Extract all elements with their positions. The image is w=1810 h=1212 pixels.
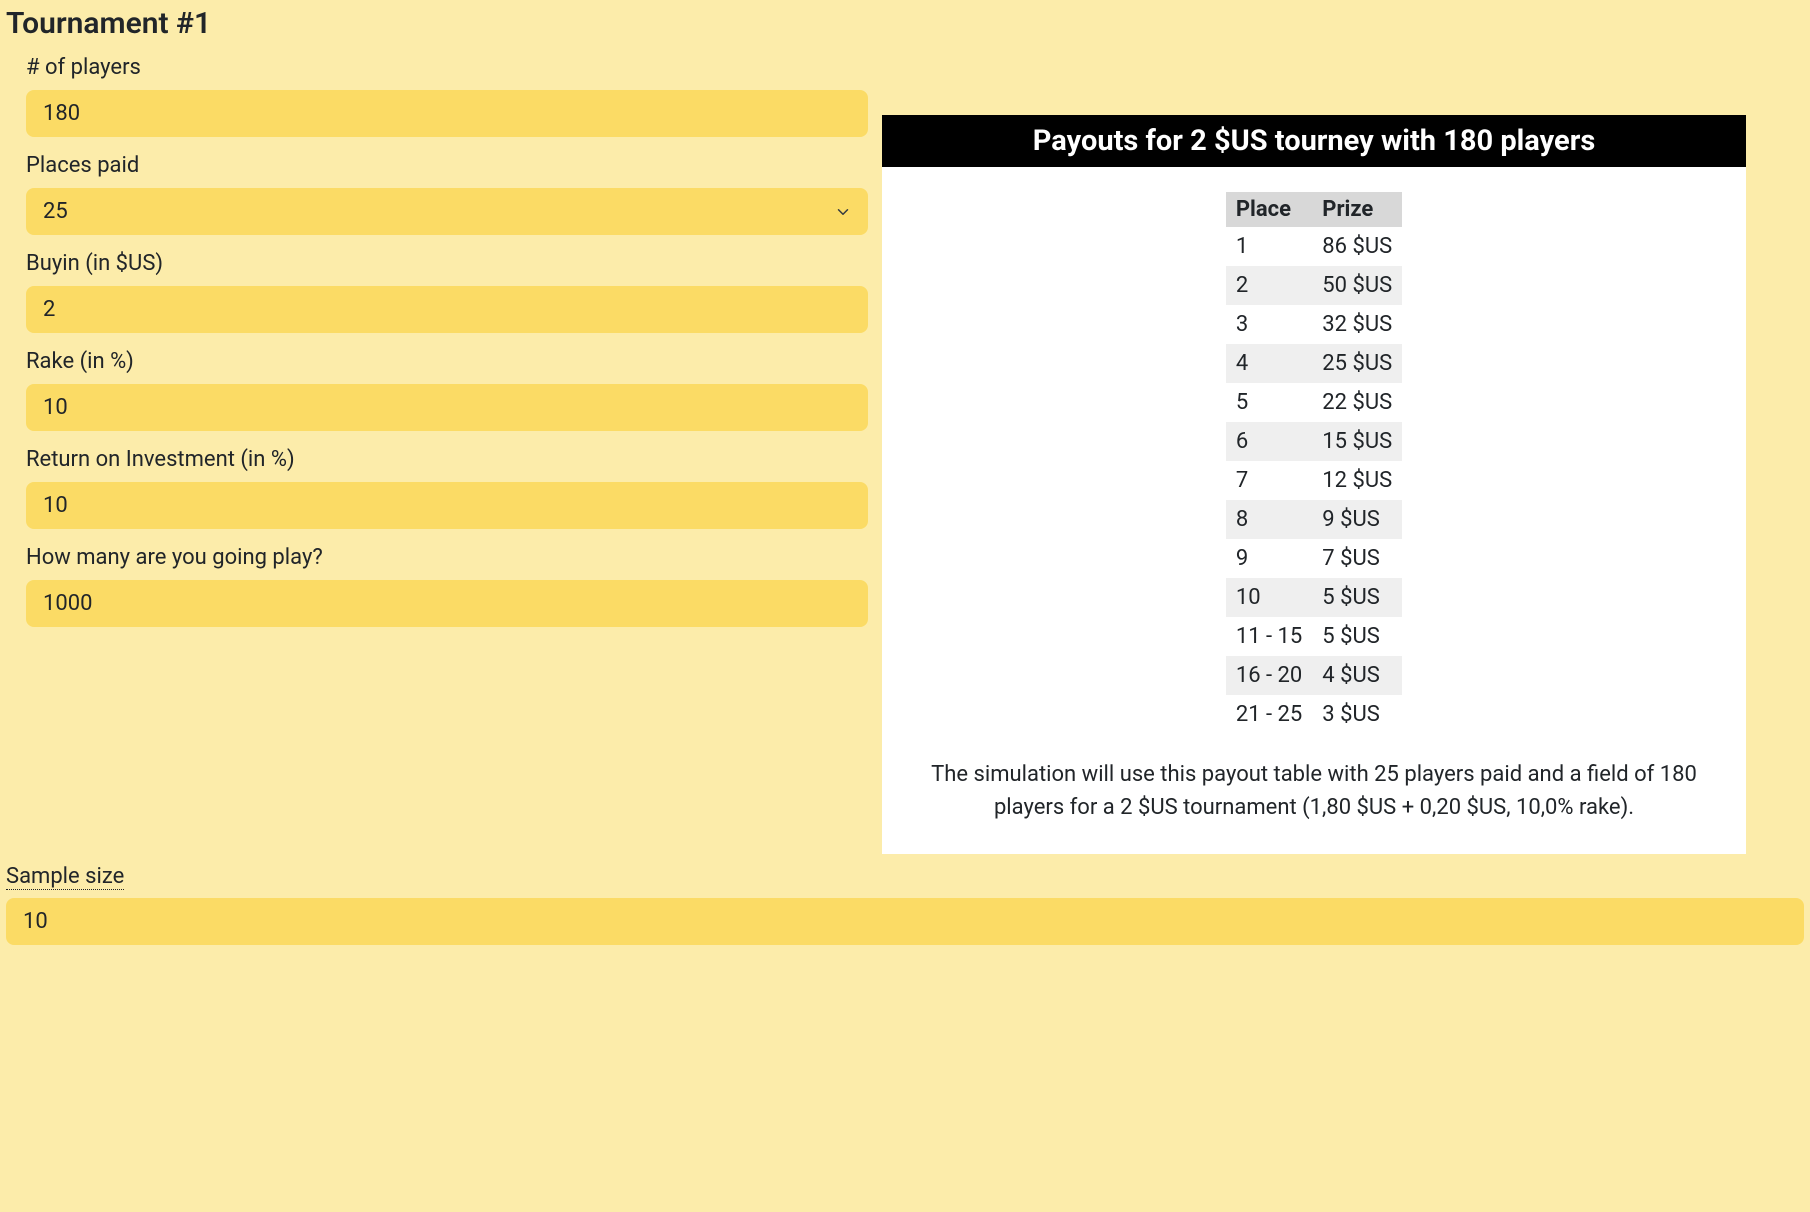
cell-prize: 5 $US <box>1312 578 1402 617</box>
col-place: Place <box>1226 192 1312 227</box>
cell-place: 1 <box>1226 227 1312 266</box>
table-row: 425 $US <box>1226 344 1402 383</box>
table-row: 21 - 253 $US <box>1226 695 1402 734</box>
cell-place: 11 - 15 <box>1226 617 1312 656</box>
rake-input[interactable] <box>26 384 868 431</box>
places-paid-select[interactable]: 25 <box>26 188 868 235</box>
cell-prize: 25 $US <box>1312 344 1402 383</box>
cell-place: 21 - 25 <box>1226 695 1312 734</box>
cell-place: 7 <box>1226 461 1312 500</box>
cell-prize: 4 $US <box>1312 656 1402 695</box>
sample-size-input[interactable] <box>6 898 1804 945</box>
players-label: # of players <box>26 55 868 80</box>
table-row: 97 $US <box>1226 539 1402 578</box>
roi-label: Return on Investment (in %) <box>26 447 868 472</box>
rake-label: Rake (in %) <box>26 349 868 374</box>
table-row: 11 - 155 $US <box>1226 617 1402 656</box>
cell-place: 3 <box>1226 305 1312 344</box>
places-paid-label: Places paid <box>26 153 868 178</box>
table-row: 522 $US <box>1226 383 1402 422</box>
cell-place: 9 <box>1226 539 1312 578</box>
cell-prize: 32 $US <box>1312 305 1402 344</box>
players-input[interactable] <box>26 90 868 137</box>
table-row: 615 $US <box>1226 422 1402 461</box>
col-prize: Prize <box>1312 192 1402 227</box>
cell-prize: 5 $US <box>1312 617 1402 656</box>
buyin-label: Buyin (in $US) <box>26 251 868 276</box>
sim-description: The simulation will use this payout tabl… <box>912 758 1716 824</box>
buyin-input[interactable] <box>26 286 868 333</box>
how-many-label: How many are you going play? <box>26 545 868 570</box>
payout-title: Payouts for 2 $US tourney with 180 playe… <box>882 115 1746 167</box>
cell-place: 6 <box>1226 422 1312 461</box>
table-row: 16 - 204 $US <box>1226 656 1402 695</box>
table-row: 712 $US <box>1226 461 1402 500</box>
payout-panel: Payouts for 2 $US tourney with 180 playe… <box>876 55 1746 854</box>
cell-prize: 3 $US <box>1312 695 1402 734</box>
sample-size-label: Sample size <box>6 864 124 890</box>
table-row: 332 $US <box>1226 305 1402 344</box>
page-heading: Tournament #1 <box>6 6 1804 41</box>
cell-place: 8 <box>1226 500 1312 539</box>
cell-prize: 22 $US <box>1312 383 1402 422</box>
table-row: 250 $US <box>1226 266 1402 305</box>
cell-prize: 50 $US <box>1312 266 1402 305</box>
cell-place: 10 <box>1226 578 1312 617</box>
table-row: 89 $US <box>1226 500 1402 539</box>
form-panel: # of players Places paid 25 Buyin (in $U… <box>6 55 876 854</box>
payout-table: Place Prize 186 $US250 $US332 $US425 $US… <box>1226 192 1402 734</box>
cell-place: 5 <box>1226 383 1312 422</box>
cell-prize: 9 $US <box>1312 500 1402 539</box>
cell-place: 16 - 20 <box>1226 656 1312 695</box>
cell-prize: 15 $US <box>1312 422 1402 461</box>
cell-prize: 12 $US <box>1312 461 1402 500</box>
how-many-input[interactable] <box>26 580 868 627</box>
cell-place: 2 <box>1226 266 1312 305</box>
cell-prize: 86 $US <box>1312 227 1402 266</box>
table-row: 105 $US <box>1226 578 1402 617</box>
table-row: 186 $US <box>1226 227 1402 266</box>
cell-place: 4 <box>1226 344 1312 383</box>
cell-prize: 7 $US <box>1312 539 1402 578</box>
roi-input[interactable] <box>26 482 868 529</box>
